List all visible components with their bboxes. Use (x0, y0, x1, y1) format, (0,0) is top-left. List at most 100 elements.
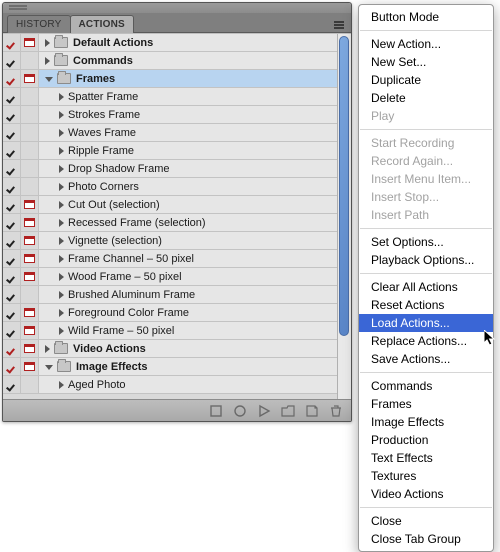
dialog-column[interactable] (21, 214, 39, 231)
dialog-column[interactable] (21, 304, 39, 321)
scrollbar-thumb[interactable] (339, 36, 349, 336)
menu-preset-text-effects[interactable]: Text Effects (359, 449, 493, 467)
dialog-column[interactable] (21, 178, 39, 195)
menu-playback-options[interactable]: Playback Options... (359, 251, 493, 269)
toggle-column[interactable] (3, 304, 21, 321)
set-default-actions[interactable]: Default Actions (3, 34, 337, 52)
toggle-column[interactable] (3, 322, 21, 339)
toggle-column[interactable] (3, 34, 21, 51)
play-button[interactable] (257, 404, 271, 418)
disclosure-icon[interactable] (45, 39, 50, 47)
disclosure-icon[interactable] (59, 219, 64, 227)
toggle-column[interactable] (3, 358, 21, 375)
record-button[interactable] (233, 404, 247, 418)
disclosure-icon[interactable] (59, 129, 64, 137)
action-row[interactable]: Drop Shadow Frame (3, 160, 337, 178)
action-row[interactable]: Spatter Frame (3, 88, 337, 106)
action-row[interactable]: Cut Out (selection) (3, 196, 337, 214)
disclosure-icon[interactable] (59, 201, 64, 209)
tab-history[interactable]: HISTORY (7, 15, 71, 33)
dialog-column[interactable] (21, 358, 39, 375)
disclosure-icon[interactable] (59, 273, 64, 281)
new-set-button[interactable] (281, 404, 295, 418)
menu-close-tab-group[interactable]: Close Tab Group (359, 530, 493, 548)
menu-new-action[interactable]: New Action... (359, 35, 493, 53)
dialog-column[interactable] (21, 88, 39, 105)
menu-button-mode[interactable]: Button Mode (359, 8, 493, 26)
dialog-column[interactable] (21, 376, 39, 393)
action-row[interactable]: Wild Frame – 50 pixel (3, 322, 337, 340)
stop-button[interactable] (209, 404, 223, 418)
dialog-column[interactable] (21, 142, 39, 159)
toggle-column[interactable] (3, 124, 21, 141)
action-row[interactable]: Waves Frame (3, 124, 337, 142)
action-row[interactable]: Recessed Frame (selection) (3, 214, 337, 232)
menu-save[interactable]: Save Actions... (359, 350, 493, 368)
disclosure-icon[interactable] (59, 93, 64, 101)
toggle-column[interactable] (3, 142, 21, 159)
toggle-column[interactable] (3, 286, 21, 303)
toggle-column[interactable] (3, 88, 21, 105)
dialog-column[interactable] (21, 52, 39, 69)
dialog-column[interactable] (21, 268, 39, 285)
dialog-column[interactable] (21, 322, 39, 339)
toggle-column[interactable] (3, 250, 21, 267)
toggle-column[interactable] (3, 160, 21, 177)
disclosure-icon[interactable] (45, 345, 50, 353)
toggle-column[interactable] (3, 106, 21, 123)
menu-preset-image-effects[interactable]: Image Effects (359, 413, 493, 431)
action-row[interactable]: Brushed Aluminum Frame (3, 286, 337, 304)
action-row[interactable]: Ripple Frame (3, 142, 337, 160)
menu-clear-all[interactable]: Clear All Actions (359, 278, 493, 296)
menu-preset-textures[interactable]: Textures (359, 467, 493, 485)
menu-delete[interactable]: Delete (359, 89, 493, 107)
panel-drag-bar[interactable] (3, 3, 351, 13)
disclosure-icon[interactable] (59, 381, 64, 389)
disclosure-icon[interactable] (59, 111, 64, 119)
action-row[interactable]: Aged Photo (3, 376, 337, 394)
dialog-column[interactable] (21, 160, 39, 177)
scrollbar[interactable] (337, 34, 351, 399)
menu-preset-frames[interactable]: Frames (359, 395, 493, 413)
menu-preset-commands[interactable]: Commands (359, 377, 493, 395)
panel-menu-button[interactable] (331, 15, 347, 29)
dialog-column[interactable] (21, 340, 39, 357)
disclosure-icon[interactable] (59, 309, 64, 317)
action-row[interactable]: Vignette (selection) (3, 232, 337, 250)
menu-close[interactable]: Close (359, 512, 493, 530)
disclosure-icon[interactable] (59, 327, 64, 335)
toggle-column[interactable] (3, 214, 21, 231)
set-commands[interactable]: Commands (3, 52, 337, 70)
tab-actions[interactable]: ACTIONS (70, 15, 134, 33)
dialog-column[interactable] (21, 34, 39, 51)
new-action-button[interactable] (305, 404, 319, 418)
toggle-column[interactable] (3, 70, 21, 87)
dialog-column[interactable] (21, 286, 39, 303)
dialog-column[interactable] (21, 70, 39, 87)
delete-button[interactable] (329, 404, 343, 418)
action-row[interactable]: Wood Frame – 50 pixel (3, 268, 337, 286)
toggle-column[interactable] (3, 376, 21, 393)
toggle-column[interactable] (3, 232, 21, 249)
set-frames[interactable]: Frames (3, 70, 337, 88)
dialog-column[interactable] (21, 250, 39, 267)
action-row[interactable]: Foreground Color Frame (3, 304, 337, 322)
menu-preset-video-actions[interactable]: Video Actions (359, 485, 493, 503)
menu-replace[interactable]: Replace Actions... (359, 332, 493, 350)
action-row[interactable]: Frame Channel – 50 pixel (3, 250, 337, 268)
toggle-column[interactable] (3, 52, 21, 69)
menu-duplicate[interactable]: Duplicate (359, 71, 493, 89)
disclosure-icon[interactable] (59, 255, 64, 263)
dialog-column[interactable] (21, 106, 39, 123)
toggle-column[interactable] (3, 196, 21, 213)
toggle-column[interactable] (3, 340, 21, 357)
disclosure-icon[interactable] (59, 165, 64, 173)
disclosure-icon[interactable] (59, 147, 64, 155)
toggle-column[interactable] (3, 268, 21, 285)
menu-preset-production[interactable]: Production (359, 431, 493, 449)
actions-list[interactable]: Default Actions Commands Frames Spatter … (3, 34, 337, 399)
disclosure-icon[interactable] (59, 237, 64, 245)
disclosure-icon[interactable] (45, 57, 50, 65)
menu-set-options[interactable]: Set Options... (359, 233, 493, 251)
disclosure-icon[interactable] (45, 77, 53, 82)
